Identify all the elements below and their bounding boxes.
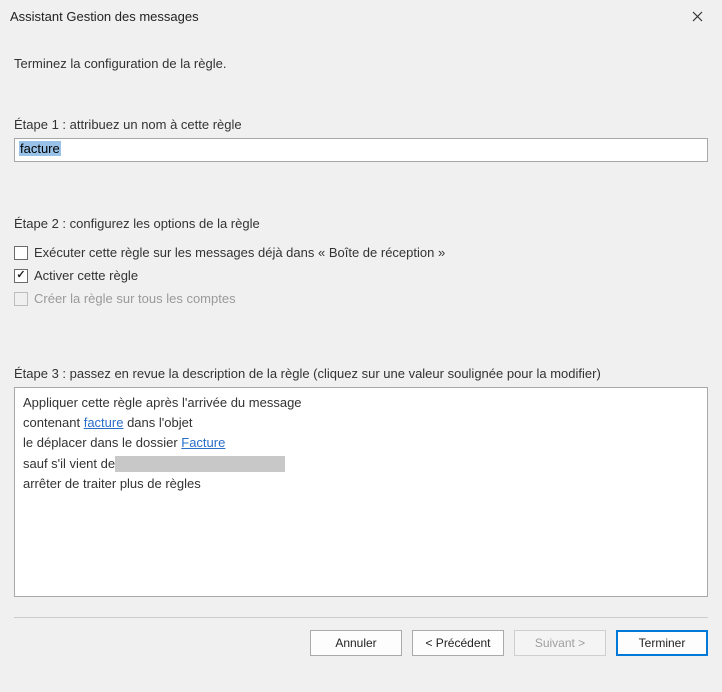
desc-line-move: le déplacer dans le dossier Facture bbox=[23, 434, 699, 452]
button-bar: Annuler < Précédent Suivant > Terminer bbox=[14, 630, 708, 662]
next-button: Suivant > bbox=[514, 630, 606, 656]
desc-line-containing: contenant facture dans l'objet bbox=[23, 414, 699, 432]
window-title: Assistant Gestion des messages bbox=[10, 9, 682, 24]
rule-name-input[interactable]: facture bbox=[14, 138, 708, 162]
desc-line-except: sauf s'il vient de bbox=[23, 455, 699, 473]
checkbox-run-existing[interactable]: Exécuter cette règle sur les messages dé… bbox=[14, 245, 708, 260]
rule-name-value: facture bbox=[19, 141, 61, 156]
dialog-content: Terminez la configuration de la règle. É… bbox=[0, 32, 722, 692]
step2-label: Étape 2 : configurez les options de la r… bbox=[14, 216, 708, 231]
step1-label: Étape 1 : attribuez un nom à cette règle bbox=[14, 117, 708, 132]
checkbox-label: Activer cette règle bbox=[34, 268, 138, 283]
desc-link-subject-text[interactable]: facture bbox=[84, 415, 124, 430]
desc-line-apply: Appliquer cette règle après l'arrivée du… bbox=[23, 394, 699, 412]
finish-button[interactable]: Terminer bbox=[616, 630, 708, 656]
rule-description-box[interactable]: Appliquer cette règle après l'arrivée du… bbox=[14, 387, 708, 597]
desc-link-folder[interactable]: Facture bbox=[181, 435, 225, 450]
titlebar: Assistant Gestion des messages bbox=[0, 0, 722, 32]
button-separator bbox=[14, 617, 708, 618]
step3-label: Étape 3 : passez en revue la description… bbox=[14, 366, 708, 381]
checkbox-all-accounts: Créer la règle sur tous les comptes bbox=[14, 291, 708, 306]
intro-text: Terminez la configuration de la règle. bbox=[14, 56, 708, 71]
checkbox-label: Exécuter cette règle sur les messages dé… bbox=[34, 245, 445, 260]
previous-button[interactable]: < Précédent bbox=[412, 630, 504, 656]
checkbox-icon bbox=[14, 269, 28, 283]
desc-redacted-sender bbox=[115, 456, 285, 472]
desc-line-stop: arrêter de traiter plus de règles bbox=[23, 475, 699, 493]
checkbox-icon bbox=[14, 292, 28, 306]
rules-wizard-dialog: Assistant Gestion des messages Terminez … bbox=[0, 0, 722, 692]
checkbox-icon bbox=[14, 246, 28, 260]
cancel-button[interactable]: Annuler bbox=[310, 630, 402, 656]
checkbox-activate-rule[interactable]: Activer cette règle bbox=[14, 268, 708, 283]
checkbox-label: Créer la règle sur tous les comptes bbox=[34, 291, 236, 306]
close-icon[interactable] bbox=[682, 1, 712, 31]
